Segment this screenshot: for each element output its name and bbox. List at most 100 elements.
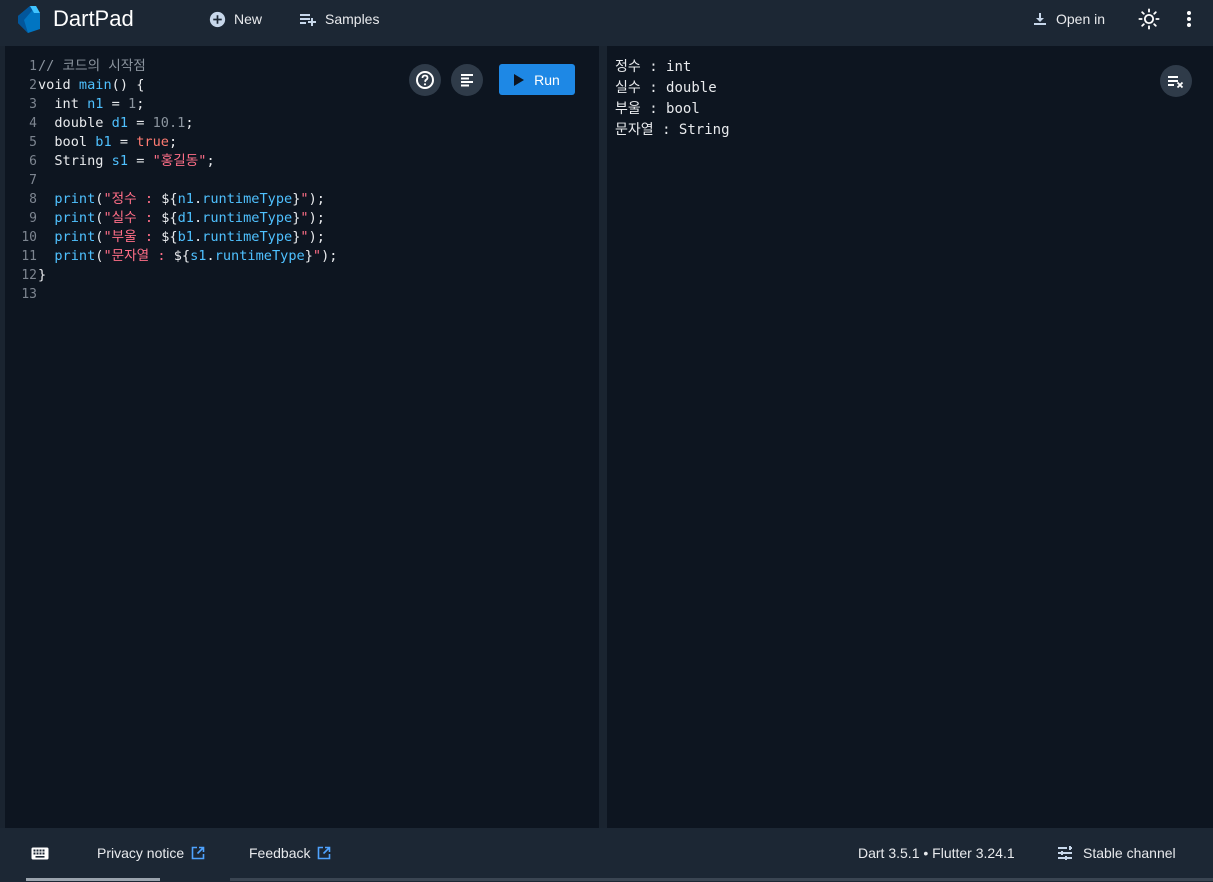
run-button-label: Run xyxy=(534,71,560,88)
format-button[interactable] xyxy=(451,64,483,96)
code-token: // 코드의 시작점 xyxy=(38,58,146,74)
code-token: b1 xyxy=(95,134,112,150)
code-token: print xyxy=(54,229,96,245)
code-token: n1 xyxy=(87,96,104,112)
code-token: 1 xyxy=(128,96,137,112)
code-token: double xyxy=(38,115,112,131)
channel-selector[interactable]: Stable channel xyxy=(1057,828,1176,878)
feedback-link[interactable]: Feedback xyxy=(249,828,331,878)
code-editor[interactable]: 1// 코드의 시작점 2 void main() {3 int n1 = 1; 4 … xyxy=(0,46,599,828)
more-options-button[interactable] xyxy=(1180,0,1198,38)
code-token: void xyxy=(38,77,79,93)
code-token: " xyxy=(300,229,309,245)
open-in-button[interactable]: Open in xyxy=(1032,0,1105,38)
help-button[interactable] xyxy=(409,64,441,96)
code-token: ); xyxy=(308,210,325,226)
code-text: int n1 = 1; xyxy=(38,95,144,114)
line-number: 1 xyxy=(29,59,37,74)
code-token: ); xyxy=(308,191,325,207)
line-number: 6 xyxy=(29,154,37,169)
code-text: print("문자열 : ${s1.runtimeType}"); xyxy=(38,247,337,266)
download-icon xyxy=(1034,13,1046,25)
code-token: } xyxy=(38,267,47,283)
theme-toggle-button[interactable] xyxy=(1137,0,1161,38)
code-token: runtimeType xyxy=(214,248,305,264)
more-vert-icon xyxy=(1187,11,1191,27)
pane-divider[interactable] xyxy=(599,46,607,828)
code-token: runtimeType xyxy=(202,229,293,245)
code-token: "문자열 : xyxy=(103,248,174,264)
open-in-new-icon xyxy=(318,846,331,860)
line-number: 10 xyxy=(21,230,37,245)
new-button-label: New xyxy=(234,11,263,27)
code-text: double d1 = 10.1; xyxy=(38,114,193,133)
line-number: 12 xyxy=(21,268,37,283)
line-number: 3 xyxy=(29,97,37,112)
code-text: void main() { xyxy=(38,76,144,95)
privacy-notice-link[interactable]: Privacy notice xyxy=(97,828,205,878)
code-token: "홍길동" xyxy=(152,153,207,169)
code-token: runtimeType xyxy=(202,191,293,207)
keyboard-icon xyxy=(31,847,49,859)
playlist-add-icon xyxy=(300,14,316,26)
code-token: d1 xyxy=(111,115,129,131)
line-number: 9 xyxy=(29,211,37,226)
horizontal-scrollbar-thumb[interactable] xyxy=(26,878,160,881)
clear-output-icon xyxy=(1168,76,1184,89)
code-token: n1 xyxy=(177,191,194,207)
play-icon xyxy=(514,73,525,86)
code-token: = xyxy=(103,96,129,112)
top-app-bar: DartPad New Samples Open in xyxy=(0,0,1213,46)
code-token: s1 xyxy=(190,248,207,264)
code-token: ${ xyxy=(161,191,178,207)
samples-button[interactable]: Samples xyxy=(299,0,379,38)
code-text: print("정수 : ${n1.runtimeType}"); xyxy=(38,190,325,209)
code-token: int xyxy=(38,96,88,112)
code-text: print("부울 : ${b1.runtimeType}"); xyxy=(38,228,325,247)
code-text: print("실수 : ${d1.runtimeType}"); xyxy=(38,209,325,228)
code-token: = xyxy=(128,115,153,131)
code-token: ; xyxy=(168,134,178,150)
dart-logo-icon xyxy=(18,6,40,33)
output-line: 실수 : double xyxy=(615,80,717,96)
format-align-icon xyxy=(461,74,473,87)
code-text: } xyxy=(38,266,46,285)
code-token: ${ xyxy=(173,248,191,264)
code-token: "정수 : xyxy=(103,191,162,207)
code-token: print xyxy=(54,210,96,226)
clear-console-button[interactable] xyxy=(1160,65,1192,97)
help-icon xyxy=(416,71,434,89)
line-number: 11 xyxy=(21,249,37,264)
code-token: b1 xyxy=(177,229,194,245)
code-token: " xyxy=(312,248,322,264)
light-mode-icon xyxy=(1138,8,1160,30)
horizontal-scrollbar-track[interactable] xyxy=(230,878,1213,881)
open-in-button-label: Open in xyxy=(1056,11,1106,27)
status-bar: Privacy notice Feedback Dart 3.5.1 • Flu… xyxy=(0,828,1213,882)
code-token: 10.1 xyxy=(152,115,186,131)
run-button[interactable]: Run xyxy=(499,64,575,95)
code-token: . xyxy=(193,229,203,245)
code-token: ${ xyxy=(161,210,178,226)
open-in-new-icon xyxy=(191,846,205,860)
line-number: 5 xyxy=(29,135,37,150)
code-text: String s1 = "홍길동"; xyxy=(38,152,214,171)
code-token: print xyxy=(54,191,96,207)
keyboard-shortcuts-button[interactable] xyxy=(31,828,49,878)
new-button[interactable]: New xyxy=(209,0,262,38)
version-info: Dart 3.5.1 • Flutter 3.24.1 xyxy=(858,828,1015,878)
code-token: runtimeType xyxy=(202,210,293,226)
code-text: bool b1 = true; xyxy=(38,133,177,152)
output-line: 부울 : bool xyxy=(615,101,700,117)
code-token: ${ xyxy=(161,229,178,245)
code-token: () { xyxy=(111,77,145,93)
output-line: 문자열 : String xyxy=(615,122,730,138)
code-token: String xyxy=(38,153,112,169)
code-token: d1 xyxy=(177,210,194,226)
code-token: true xyxy=(136,134,169,150)
add-circle-icon xyxy=(209,11,226,27)
code-token: . xyxy=(193,191,203,207)
